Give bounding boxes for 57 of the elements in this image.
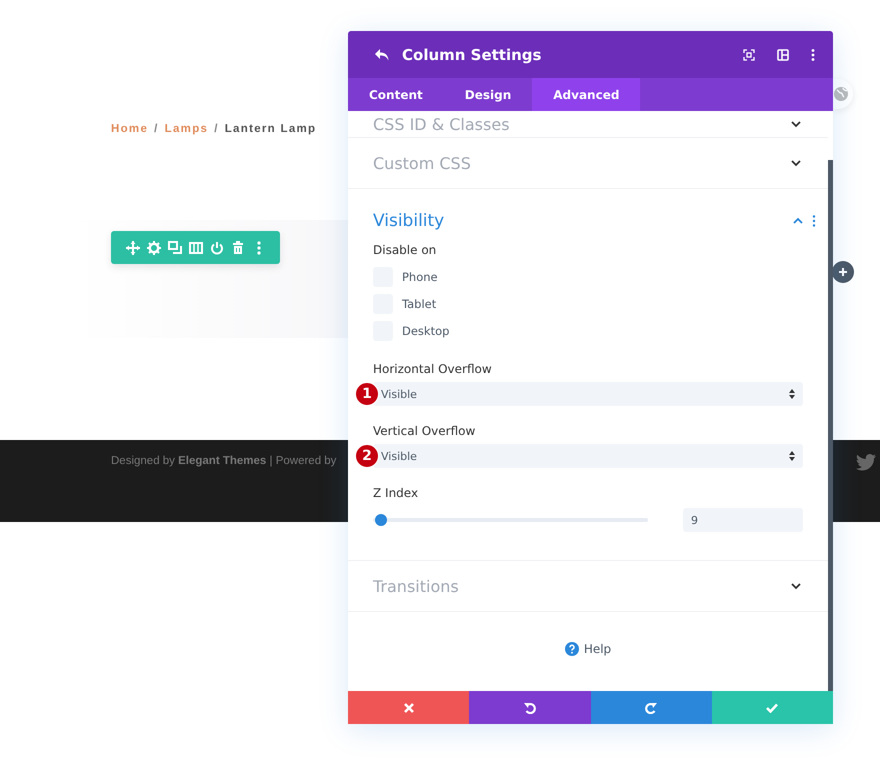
settings-tab[interactable]: Content [348, 78, 444, 111]
breadcrumb-separator: / [154, 123, 159, 135]
footer-credit: Designed by Elegant Themes | Powered by [111, 455, 336, 467]
back-icon [374, 48, 390, 62]
modal-title: Column Settings [402, 46, 542, 64]
checkbox-label: Desktop [402, 324, 450, 338]
help-link[interactable]: Help [564, 642, 612, 656]
field-label: Horizontal Overflow [373, 362, 493, 376]
breadcrumb-link[interactable]: Lamps [164, 123, 208, 135]
breadcrumb-link[interactable]: Home [111, 123, 148, 135]
columns-icon [188, 240, 202, 254]
help-icon [564, 642, 579, 656]
chevron-down-icon [790, 119, 802, 129]
select-dropdown[interactable]: Visible [373, 444, 803, 468]
breadcrumb-current: Lantern Lamp [224, 123, 316, 135]
checkbox-label: Phone [402, 270, 438, 284]
step-badge: 1 [355, 382, 379, 406]
number-field[interactable]: 9 [683, 508, 803, 532]
trash-icon [230, 240, 244, 254]
power-icon [210, 240, 224, 254]
globe-button[interactable] [833, 79, 853, 109]
chevron-up-icon [792, 216, 804, 226]
settings-tab[interactable]: Advanced [532, 78, 640, 111]
select-dropdown[interactable]: Visible [373, 382, 803, 406]
bird-icon [856, 454, 876, 471]
step-badge: 2 [355, 444, 379, 468]
more-icon [811, 48, 815, 60]
field-label: Vertical Overflow [373, 424, 476, 438]
sort-arrows-icon [789, 451, 795, 461]
breadcrumb-separator: / [214, 123, 219, 135]
sort-arrows-icon [789, 389, 795, 399]
save-button[interactable] [712, 691, 833, 724]
duplicate-icon [168, 240, 182, 254]
cancel-button[interactable] [348, 691, 470, 724]
more-icon [812, 215, 816, 227]
chevron-down-icon [790, 158, 802, 168]
plus-icon [838, 267, 848, 277]
redo-button[interactable] [590, 691, 712, 724]
check-icon [766, 702, 778, 712]
settings-icon [146, 240, 160, 254]
move-icon [126, 240, 140, 254]
globe-icon [834, 87, 848, 101]
settings-tab[interactable]: Design [444, 78, 532, 111]
undo-button[interactable] [469, 691, 590, 724]
section-title[interactable]: Visibility [373, 211, 444, 231]
close-icon [404, 702, 414, 712]
field-label: Z Index [373, 486, 420, 500]
add-button[interactable] [832, 261, 854, 283]
redo-icon [645, 702, 658, 714]
chevron-down-icon [790, 581, 802, 591]
scrollbar[interactable] [828, 160, 833, 691]
fullscreen-icon [743, 48, 755, 60]
field-label: Disable on [373, 243, 438, 257]
undo-icon [524, 702, 536, 714]
layout-icon [777, 48, 789, 60]
slider-thumb[interactable] [375, 514, 387, 526]
checkbox-label: Tablet [402, 296, 436, 310]
